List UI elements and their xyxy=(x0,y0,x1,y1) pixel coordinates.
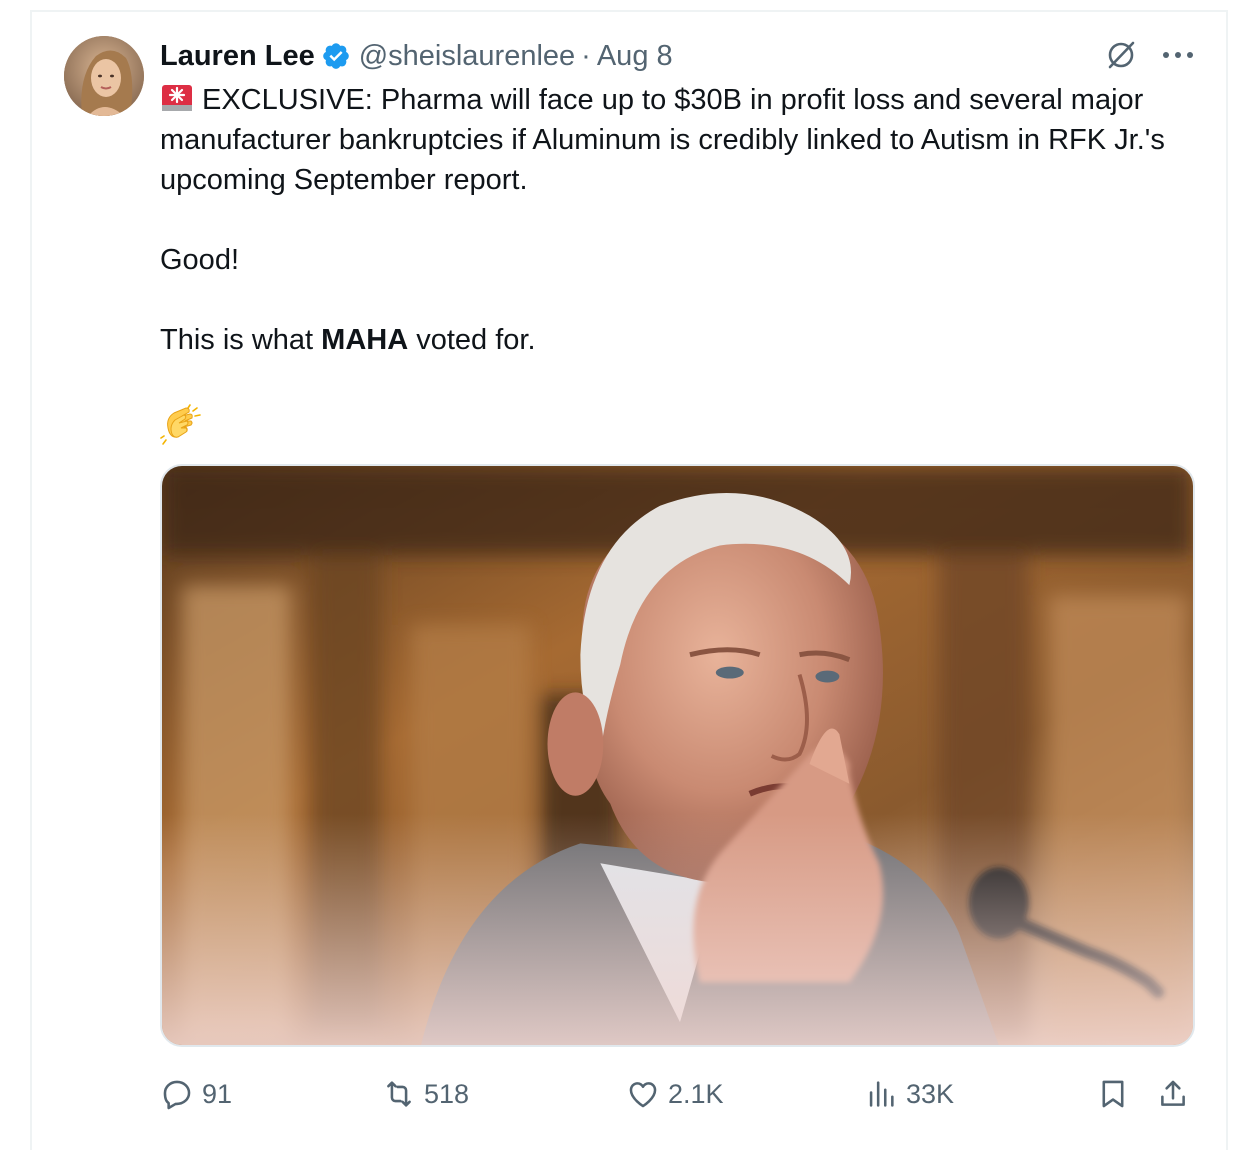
author-handle[interactable]: @sheislaurenlee xyxy=(359,40,575,73)
tweet-text-emoji-line xyxy=(160,404,1210,446)
repost-count: 518 xyxy=(424,1078,470,1109)
grok-icon[interactable] xyxy=(1104,38,1138,72)
separator-dot: · xyxy=(581,39,591,72)
bookmark-button[interactable] xyxy=(1096,1070,1130,1118)
analytics-icon xyxy=(869,1081,894,1107)
reply-icon xyxy=(163,1080,191,1110)
share-button[interactable] xyxy=(1156,1070,1190,1118)
like-button[interactable]: 2.1K xyxy=(626,1070,724,1118)
views-button[interactable]: 33K xyxy=(864,1070,954,1118)
verified-badge-icon[interactable] xyxy=(321,41,351,71)
tweet-text-exclusive: EXCLUSIVE: Pharma will face up to $30B i… xyxy=(160,84,1165,196)
reply-count: 91 xyxy=(202,1078,233,1109)
tweet-action-bar: 91 518 2.1K 33K xyxy=(160,1070,1200,1118)
repost-button[interactable]: 518 xyxy=(382,1070,469,1118)
tweet-text-maha-line: This is what MAHA voted for. xyxy=(160,320,1210,360)
tweet-text: EXCLUSIVE: Pharma will face up to $30B i… xyxy=(160,80,1210,446)
tweet-media-image[interactable] xyxy=(160,464,1195,1047)
views-count: 33K xyxy=(906,1078,955,1109)
clapping-hands-emoji xyxy=(160,404,1210,446)
more-icon[interactable] xyxy=(1160,38,1196,72)
author-avatar[interactable] xyxy=(64,36,144,116)
repost-icon xyxy=(387,1081,411,1107)
tweet-top-actions xyxy=(1104,38,1196,72)
tweet-text-good: Good! xyxy=(160,244,239,276)
tweet-header: Lauren Lee @sheislaurenlee · Aug 8 xyxy=(160,36,673,76)
maha-bold: MAHA xyxy=(321,324,409,356)
tweet-date[interactable]: Aug 8 xyxy=(597,40,673,73)
maha-before: This is what xyxy=(160,324,322,356)
siren-emoji xyxy=(160,83,194,113)
heart-icon xyxy=(629,1082,657,1108)
maha-after: voted for. xyxy=(408,324,536,356)
tweet-text-paragraph: EXCLUSIVE: Pharma will face up to $30B i… xyxy=(160,80,1210,200)
bookmark-icon xyxy=(1102,1080,1124,1108)
like-count: 2.1K xyxy=(668,1078,724,1109)
reply-button[interactable]: 91 xyxy=(160,1070,232,1118)
share-icon xyxy=(1161,1080,1185,1106)
author-name[interactable]: Lauren Lee xyxy=(160,40,315,73)
